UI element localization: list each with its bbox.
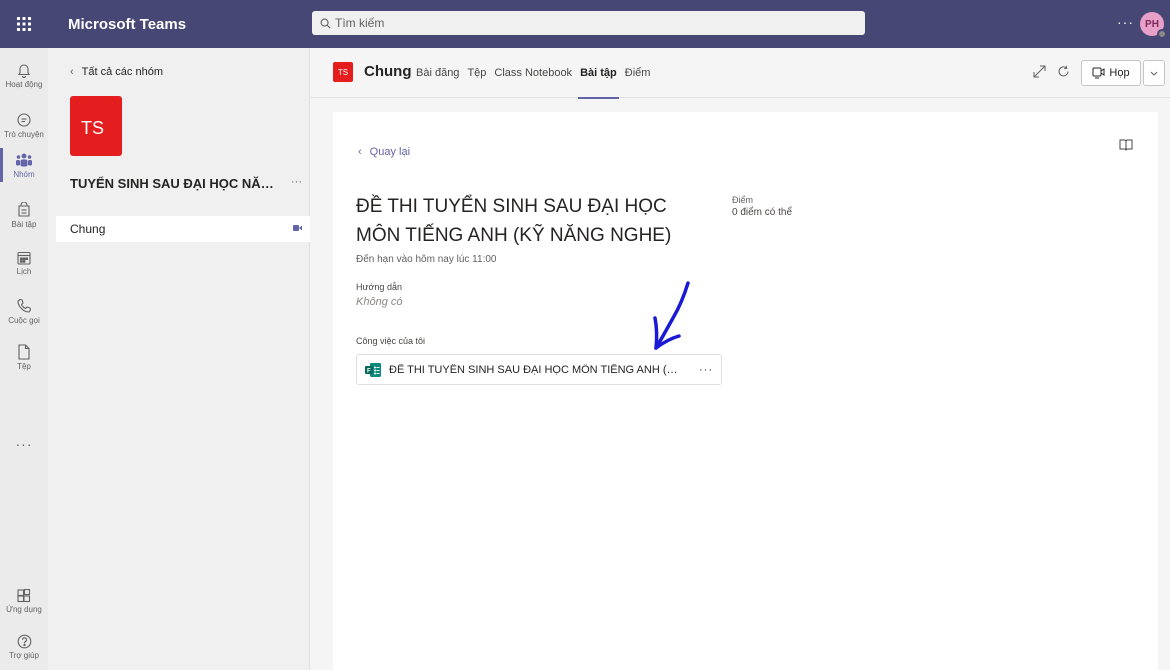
chat-icon xyxy=(17,112,31,127)
channel-title: Chung xyxy=(364,63,412,80)
immersive-reader-icon[interactable] xyxy=(1119,138,1133,156)
channel-header: TS Chung Bài đăng Tệp Class Notebook Bài… xyxy=(311,48,1170,99)
rail-item-assignments[interactable]: Bài tập xyxy=(0,190,48,240)
rail-item-files[interactable]: Tệp xyxy=(0,332,48,382)
channel-item-chung[interactable]: Chung xyxy=(56,216,310,242)
rail-item-calls[interactable]: Cuộc gọi xyxy=(0,286,48,336)
assignment-title: ĐỀ THI TUYỂN SINH SAU ĐẠI HỌC MÔN TIẾNG … xyxy=(356,196,672,246)
tab-assignments[interactable]: Bài tập xyxy=(578,67,619,99)
search-icon xyxy=(320,18,331,28)
expand-icon[interactable] xyxy=(1033,65,1046,83)
apps-icon xyxy=(17,588,31,602)
search-input[interactable]: Tìm kiếm xyxy=(312,11,865,35)
app-rail: Hoạt động Trò chuyện Nhóm Bài tập Lịch C… xyxy=(0,48,48,670)
rail-item-help[interactable]: Trợ giúp xyxy=(0,622,48,670)
rail-label: Cuộc gọi xyxy=(8,315,40,325)
tab-grades[interactable]: Điểm xyxy=(625,67,651,79)
attached-file[interactable]: F ĐỀ THI TUYỂN SINH SAU ĐẠI HỌC MÔN TIẾN… xyxy=(356,354,722,385)
forms-icon: F xyxy=(365,362,381,377)
chevron-left-icon: ‹ xyxy=(70,66,74,78)
phone-icon xyxy=(17,298,31,313)
calendar-icon xyxy=(17,251,31,265)
assignment-card: ‹ Quay lại ĐỀ THI TUYỂN SINH SAU ĐẠI HỌC… xyxy=(333,112,1158,670)
avatar-initials: PH xyxy=(1145,18,1159,30)
presence-status-icon xyxy=(1157,29,1167,39)
rail-label: Trò chuyện xyxy=(4,129,44,139)
search-placeholder: Tìm kiếm xyxy=(335,16,385,30)
svg-text:F: F xyxy=(367,368,371,374)
rail-item-apps[interactable]: Ứng dụng xyxy=(0,576,48,626)
file-icon xyxy=(18,343,30,360)
team-more-icon[interactable]: ··· xyxy=(291,176,302,188)
rail-label: Tệp xyxy=(17,361,31,371)
annotation-arrow-icon xyxy=(653,281,690,350)
meet-options-button[interactable] xyxy=(1143,60,1165,86)
my-work-label: Công việc của tôi xyxy=(356,336,426,346)
points-value: 0 điểm có thể xyxy=(732,207,793,218)
all-teams-link[interactable]: ‹ Tất cả các nhóm xyxy=(70,66,163,78)
points-label: Điểm xyxy=(732,195,754,205)
bell-icon xyxy=(17,63,31,78)
help-icon xyxy=(17,634,31,649)
team-avatar: TS xyxy=(70,96,122,156)
instructions-label: Hướng dẫn xyxy=(356,282,402,292)
tab-posts[interactable]: Bài đăng xyxy=(416,67,459,79)
tab-class-notebook[interactable]: Class Notebook xyxy=(494,67,572,79)
meet-label: Họp xyxy=(1109,67,1130,79)
tab-files[interactable]: Tệp xyxy=(467,67,486,79)
rail-label: Ứng dụng xyxy=(6,604,42,614)
refresh-icon[interactable] xyxy=(1057,65,1070,83)
channel-team-badge: TS xyxy=(333,62,353,82)
back-label: Quay lại xyxy=(369,146,411,158)
assignments-icon xyxy=(18,201,30,217)
chevron-down-icon xyxy=(1150,71,1158,76)
instructions-value: Không có xyxy=(356,296,403,308)
rail-item-calendar[interactable]: Lịch xyxy=(0,238,48,288)
top-bar: Microsoft Teams Tìm kiếm ··· PH xyxy=(0,0,1170,48)
file-name: ĐỀ THI TUYỂN SINH SAU ĐẠI HỌC MÔN TIẾNG … xyxy=(389,363,679,376)
channel-tabs: Bài đăng Tệp Class Notebook Bài tập Điểm xyxy=(416,67,658,99)
teams-icon xyxy=(16,153,32,166)
rail-label: Lịch xyxy=(16,266,32,276)
rail-item-activity[interactable]: Hoạt động xyxy=(0,50,48,100)
team-name: TUYỂN SINH SAU ĐẠI HỌC NĂM... xyxy=(70,176,280,191)
all-teams-label: Tất cả các nhóm xyxy=(81,66,163,78)
meet-button[interactable]: Họp xyxy=(1081,60,1141,86)
more-options-icon[interactable]: ··· xyxy=(1117,14,1134,30)
app-title: Microsoft Teams xyxy=(68,15,187,33)
back-button[interactable]: ‹ Quay lại xyxy=(358,146,410,158)
rail-more-icon[interactable]: ··· xyxy=(0,436,48,452)
avatar[interactable]: PH xyxy=(1140,12,1167,39)
file-more-icon[interactable]: ··· xyxy=(699,364,713,376)
rail-label: Trợ giúp xyxy=(9,651,39,660)
rail-item-teams[interactable]: Nhóm xyxy=(0,140,48,190)
video-camera-icon xyxy=(293,225,302,231)
rail-label: Bài tập xyxy=(11,219,37,229)
teams-panel: ‹ Tất cả các nhóm TS TUYỂN SINH SAU ĐẠI … xyxy=(48,48,310,670)
app-launcher-icon[interactable] xyxy=(0,0,48,48)
due-date: Đến hạn vào hôm nay lúc 11:00 xyxy=(356,254,497,265)
rail-label: Nhóm xyxy=(13,169,35,179)
video-camera-icon xyxy=(1092,67,1105,79)
channel-label: Chung xyxy=(70,222,106,236)
rail-label: Hoạt động xyxy=(5,79,43,89)
chevron-left-icon: ‹ xyxy=(358,146,362,158)
